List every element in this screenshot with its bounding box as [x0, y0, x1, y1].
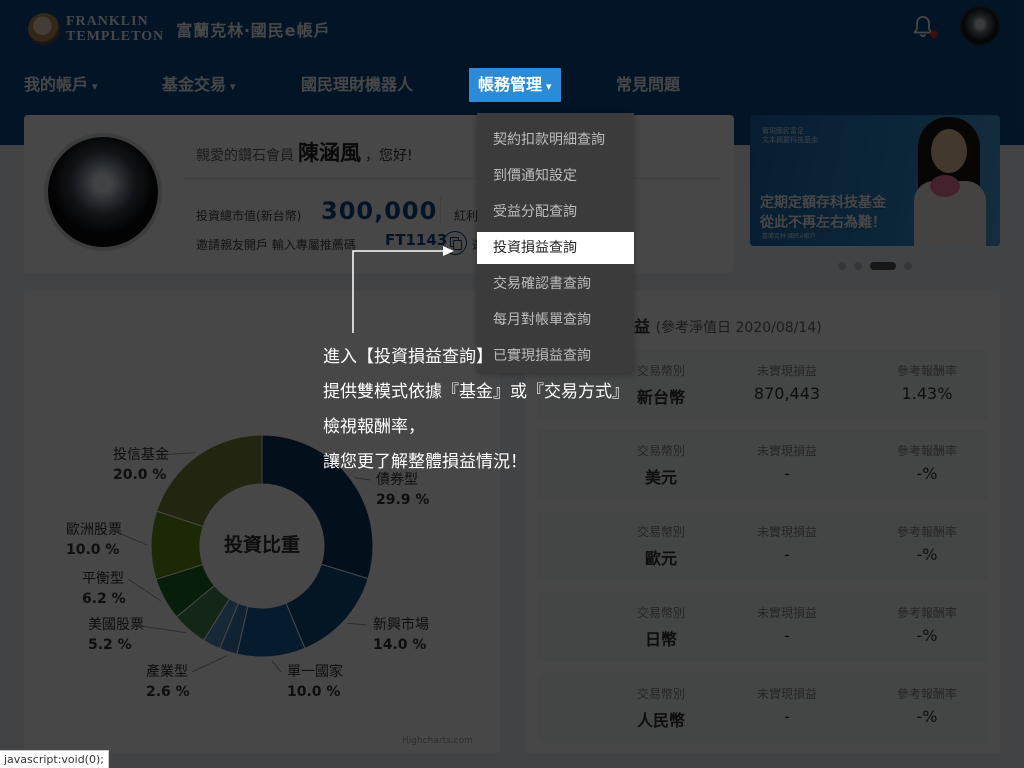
tooltip-line: 提供雙模式依據『基金』或『交易方式』 [323, 382, 629, 402]
tooltip-line: 進入【投資損益查詢】 [323, 347, 493, 367]
browser-status-bar: javascript:void(0); [0, 750, 109, 768]
tooltip-line: 檢視報酬率， [323, 417, 425, 437]
guide-tooltip: 進入【投資損益查詢】 提供雙模式依據『基金』或『交易方式』 檢視報酬率， 讓您更… [323, 340, 629, 480]
tooltip-line: 讓您更了解整體損益情況！ [323, 452, 527, 472]
